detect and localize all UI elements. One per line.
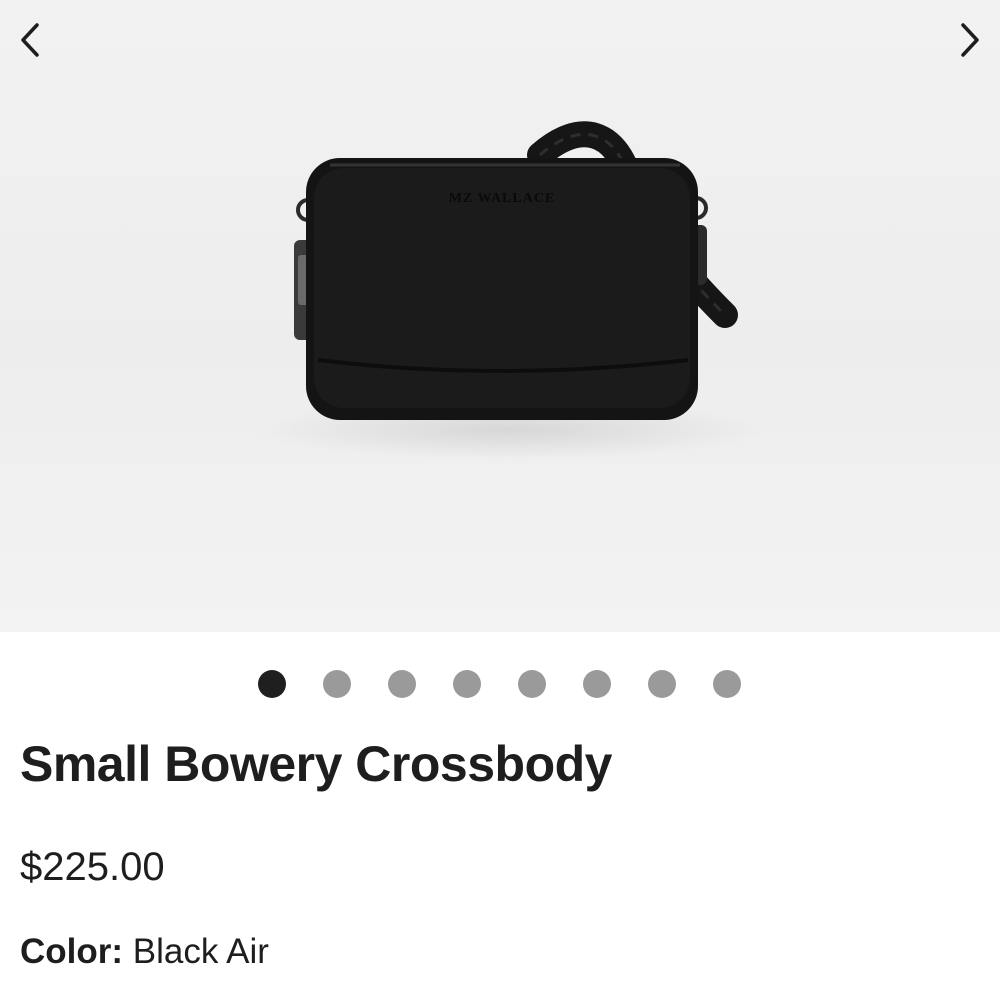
pagination-dot-4[interactable] <box>453 670 481 698</box>
pagination-dot-2[interactable] <box>323 670 351 698</box>
product-image-gallery[interactable]: MZ WALLACE <box>0 0 1000 632</box>
previous-image-button[interactable] <box>8 18 52 62</box>
image-brand-text: MZ WALLACE <box>449 191 556 206</box>
chevron-right-icon <box>961 23 979 57</box>
product-page: MZ WALLACE Small Bowery Crossbody $225.0… <box>0 0 1000 1000</box>
pagination-dot-3[interactable] <box>388 670 416 698</box>
color-selection: Color: Black Air <box>20 932 269 972</box>
pagination-dot-8[interactable] <box>713 670 741 698</box>
product-price: $225.00 <box>20 845 165 889</box>
pagination-dot-7[interactable] <box>648 670 676 698</box>
product-image: MZ WALLACE <box>294 121 738 420</box>
chevron-left-icon <box>21 23 39 57</box>
pagination-dot-1[interactable] <box>258 670 286 698</box>
color-label: Color: <box>20 932 124 971</box>
color-value: Black Air <box>132 932 269 971</box>
pagination-dot-6[interactable] <box>583 670 611 698</box>
pagination-dot-5[interactable] <box>518 670 546 698</box>
next-image-button[interactable] <box>948 18 992 62</box>
gallery-pagination <box>0 668 1000 698</box>
product-title: Small Bowery Crossbody <box>20 736 612 792</box>
